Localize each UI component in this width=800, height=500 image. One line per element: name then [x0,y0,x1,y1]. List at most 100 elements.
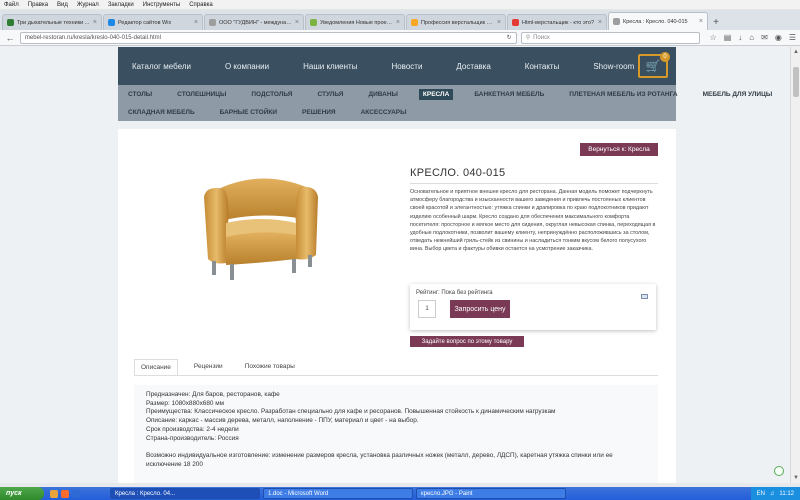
top-nav-item[interactable]: Доставка [456,62,490,71]
top-nav-item[interactable]: Наши клиенты [303,62,357,71]
close-tab-icon[interactable]: × [396,19,400,26]
category-link[interactable]: Подстолья [247,89,296,100]
category-link[interactable]: Плетеная мебель из ротанга [565,89,681,100]
top-nav-item[interactable]: Каталог мебели [132,62,191,71]
category-link[interactable]: Решения [298,107,340,118]
browser-tab[interactable]: ООО "ГУДВИН" - междунаро... × [204,14,304,30]
category-link[interactable]: Банкетная мебель [470,89,548,100]
search-icon: ⚲ [525,35,531,41]
menu-item[interactable]: Журнал [77,2,99,8]
download-icon[interactable]: ↓ [738,33,742,42]
system-tray: EN ♫ 11:12 [750,487,800,500]
new-tab-button[interactable]: + [709,14,723,30]
cart-button[interactable]: 🛒 0 [638,52,670,78]
email-icon[interactable] [641,294,648,299]
shield-icon[interactable] [774,466,784,476]
category-link[interactable]: Кресла [418,88,454,100]
menu-item[interactable]: Вид [57,2,68,8]
browser-tab[interactable]: Профессия верстальщик - д... × [406,14,506,30]
close-tab-icon[interactable]: × [497,19,501,26]
scroll-down-icon[interactable]: ▼ [791,473,800,483]
back-arrow-icon[interactable]: ← [4,32,16,44]
request-price-button[interactable]: Запросить цену [450,300,510,318]
tab-description[interactable]: Описание [134,359,178,376]
menu-item[interactable]: Закладки [108,2,134,8]
close-tab-icon[interactable]: × [93,19,97,26]
address-bar[interactable]: mebel-restoran.ru/kresla/kreslo-040-015-… [19,31,517,44]
rating-label: Рейтинг: Пока без рейтинга [416,290,493,296]
close-tab-icon[interactable]: × [194,19,198,26]
start-button[interactable]: пуск [0,487,44,500]
clock: 11:12 [779,490,794,497]
library-icon[interactable]: ▤ [724,33,732,42]
word-icon[interactable] [72,489,80,498]
menu-icon[interactable]: ☰ [789,33,796,42]
browser-menubar: Файл Правка Вид Журнал Закладки Инструменты Сп… [0,0,800,10]
top-nav-item[interactable]: Show-room [593,62,634,71]
home-icon[interactable]: ⌂ [749,33,754,42]
category-nav: Столы Столешницы Подстолья Стулья Диваны Крес… [118,85,772,121]
back-to-category-button[interactable]: Вернуться к: Кресла [580,143,658,156]
reload-icon[interactable]: ↻ [507,34,512,41]
close-tab-icon[interactable]: × [699,18,703,25]
category-link[interactable]: Складная мебель [124,107,199,118]
volume-icon[interactable]: ♫ [770,491,775,497]
product-image[interactable] [196,167,326,287]
cart-count: 0 [660,52,670,62]
product-specs: Предназначен: Для баров, ресторанов, каф… [134,385,658,483]
star-icon[interactable]: ☆ [710,33,717,42]
pocket-icon[interactable]: ◉ [775,33,782,42]
close-tab-icon[interactable]: × [598,19,602,26]
taskbar: пуск Кресла : Кресло. 04... 1.doc - Micr… [0,487,800,500]
ask-question-button[interactable]: Задайте вопрос по этому товару [410,336,524,347]
scroll-up-icon[interactable]: ▲ [791,47,800,57]
menu-item[interactable]: Файл [4,2,19,8]
tab-related[interactable]: Похожие товары [239,359,301,376]
tab-title: Три дыхательные техники ... [17,19,90,26]
purchase-box: Рейтинг: Пока без рейтинга 1 Запросить ц… [410,284,656,330]
tab-title: ООО "ГУДВИН" - междунаро... [219,19,292,26]
taskbar-item-browser[interactable]: Кресла : Кресло. 04... [110,488,260,499]
top-nav-item[interactable]: Новости [391,62,422,71]
close-tab-icon[interactable]: × [295,19,299,26]
tabs-divider [134,375,658,376]
browser-tab[interactable]: Редактор сайтов Wix × [103,14,203,30]
menu-item[interactable]: Справка [189,2,213,8]
web-page: Каталог мебели О компании Наши клиенты Ново… [0,47,790,483]
firefox-icon[interactable] [61,489,69,498]
search-input[interactable]: ⚲ Поиск [520,31,700,44]
browser-tab[interactable]: Html-верстальщик - кто это? × [507,14,607,30]
category-row-1: Столы Столешницы Подстолья Стулья Диваны Крес… [118,85,772,103]
category-link[interactable]: Столешницы [173,89,230,100]
taskbar-item-paint[interactable]: кресло.JPG - Paint [416,488,566,499]
taskbar-item-word[interactable]: 1.doc - Microsoft Word [263,488,413,499]
menu-item[interactable]: Правка [28,2,48,8]
favicon-icon [310,19,317,26]
top-nav-item[interactable]: О компании [225,62,269,71]
product-title: КРЕСЛО. 040-015 [410,167,506,179]
language-indicator[interactable]: EN [757,491,765,497]
tab-reviews[interactable]: Рецензии [188,359,229,376]
category-link[interactable]: Стулья [313,89,347,100]
browser-tab[interactable]: Кресла : Кресло. 040-015 × [608,12,708,30]
category-link[interactable]: Столы [124,89,156,100]
product-card: Вернуться к: Кресла КРЕСЛО. 040-015 Осно… [118,129,676,483]
menu-item[interactable]: Инструменты [143,2,180,8]
spec-line: Описание: каркас - массив дерева, металл… [146,417,419,425]
scrollbar-thumb[interactable] [793,67,799,97]
category-link[interactable]: Диваны [364,89,401,100]
category-link[interactable]: Барные стойки [216,107,281,118]
chat-icon[interactable]: ✉ [761,33,768,42]
site-top-nav: Каталог мебели О компании Наши клиенты Ново… [118,47,676,85]
spec-extra: исключение 18 200 [146,460,203,468]
url-text: mebel-restoran.ru/kresla/kreslo-040-015-… [24,34,161,41]
browser-tab[interactable]: Уведомления Новые проект... × [305,14,405,30]
quantity-input[interactable]: 1 [418,300,436,318]
category-link[interactable]: Аксессуары [357,107,411,118]
page-scrollbar[interactable]: ▲ ▼ [790,47,800,483]
tab-title: Редактор сайтов Wix [118,19,172,26]
top-nav-item[interactable]: Контакты [525,62,560,71]
browser-tab[interactable]: Три дыхательные техники ... × [2,14,102,30]
category-link[interactable]: Мебель для улицы [699,89,777,100]
folder-icon[interactable] [50,489,58,498]
